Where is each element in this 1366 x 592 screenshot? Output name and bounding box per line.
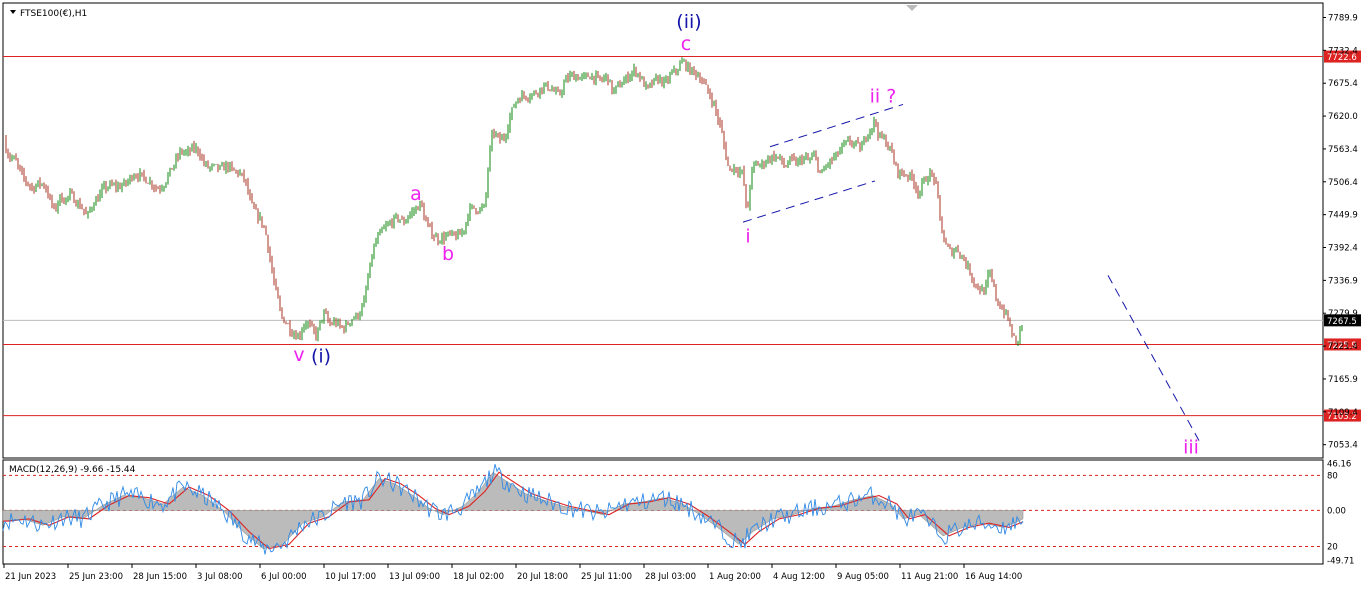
wave-label: a <box>410 183 422 205</box>
price-tick-label: 7392.4 <box>1328 244 1358 254</box>
time-tick-label: 25 Jun 23:00 <box>69 572 123 582</box>
time-tick-label: 11 Aug 21:00 <box>901 572 958 582</box>
price-tick-label: 7221.4 <box>1328 342 1358 352</box>
time-tick-label: 13 Jul 09:00 <box>389 572 440 582</box>
macd-tick-label: 80 <box>1327 471 1338 481</box>
price-tick-label: 7279.9 <box>1328 309 1358 319</box>
time-tick-label: 3 Jul 08:00 <box>197 572 243 582</box>
macd-tick-label: 46.16 <box>1327 460 1351 470</box>
symbol-label: FTSE100(€),H1 <box>20 9 87 19</box>
price-tick-label: 7675.4 <box>1328 79 1358 89</box>
wave-label: iii <box>1183 436 1199 458</box>
price-tick-label: 7789.9 <box>1328 13 1358 23</box>
macd-tick-label: 20 <box>1327 542 1338 552</box>
time-tick-label: 9 Aug 05:00 <box>837 572 889 582</box>
macd-tick-label: -49.71 <box>1327 556 1354 566</box>
time-tick-label: 4 Aug 12:00 <box>773 572 825 582</box>
wave-label: i <box>745 225 750 247</box>
wave-label: ii ? <box>870 86 897 108</box>
time-tick-label: 6 Jul 00:00 <box>261 572 307 582</box>
price-tick-label: 7165.9 <box>1328 375 1358 385</box>
time-tick-label: 28 Jul 03:00 <box>645 572 696 582</box>
price-chart[interactable]: FTSE100(€),H1 MACD(12,26,9) -9.66 -15.44… <box>0 0 1366 588</box>
time-tick-label: 28 Jun 15:00 <box>133 572 187 582</box>
wave-label: v <box>293 344 304 366</box>
wave-label: (ii) <box>676 11 701 33</box>
time-tick-label: 21 Jun 2023 <box>5 572 56 582</box>
macd-tick-label: 0.00 <box>1327 506 1346 516</box>
time-tick-label: 16 Aug 14:00 <box>965 572 1022 582</box>
macd-title: MACD(12,26,9) -9.66 -15.44 <box>9 465 136 475</box>
price-tick-label: 7053.4 <box>1328 441 1358 451</box>
time-tick-label: 20 Jul 18:00 <box>517 572 568 582</box>
chart-window: FTSE100(€),H1 MACD(12,26,9) -9.66 -15.44… <box>0 0 1366 588</box>
wave-label: c <box>681 33 691 55</box>
time-tick-label: 10 Jul 17:00 <box>325 572 376 582</box>
price-tick-label: 7109.4 <box>1328 408 1358 418</box>
time-tick-label: 1 Aug 20:00 <box>709 572 761 582</box>
time-tick-label: 18 Jul 02:00 <box>453 572 504 582</box>
time-tick-label: 25 Jul 11:00 <box>581 572 632 582</box>
price-tick-label: 7336.9 <box>1328 276 1358 286</box>
price-tick-label: 7449.9 <box>1328 211 1358 221</box>
wave-label: (i) <box>311 345 331 367</box>
wave-label: b <box>442 243 454 265</box>
price-tick-label: 7732.4 <box>1328 46 1358 56</box>
price-tick-label: 7563.4 <box>1328 145 1358 155</box>
price-tick-label: 7506.4 <box>1328 178 1358 188</box>
price-tick-label: 7620.0 <box>1328 112 1358 122</box>
